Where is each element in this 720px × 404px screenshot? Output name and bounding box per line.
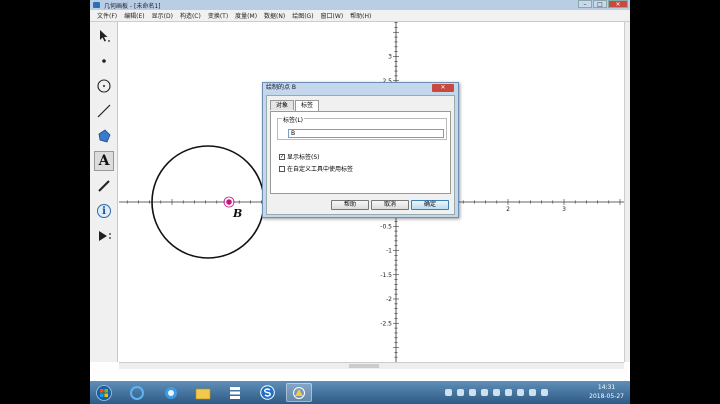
point-b-label[interactable]: B bbox=[232, 207, 242, 220]
horizontal-scrollbar[interactable] bbox=[119, 362, 624, 369]
y-tick-label: -1.5 bbox=[380, 272, 392, 279]
show-label-checkbox[interactable]: ✓ 显示标签(S) bbox=[279, 152, 320, 161]
window-title: 几何画板 - [未命名1] bbox=[104, 2, 161, 10]
menu-construct[interactable]: 构造(C) bbox=[180, 11, 201, 20]
menu-measure[interactable]: 度量(M) bbox=[235, 11, 257, 20]
show-label-text: 显示标签(S) bbox=[287, 154, 320, 161]
clock-time: 14:31 bbox=[597, 384, 616, 391]
menu-bar: 文件(F) 编辑(E) 显示(D) 构造(C) 变换(T) 度量(M) 数据(N… bbox=[90, 10, 630, 22]
dialog-close-button[interactable]: ✕ bbox=[432, 84, 454, 92]
scroll-thumb[interactable] bbox=[349, 364, 379, 368]
cancel-button[interactable]: 取消 bbox=[371, 200, 409, 210]
sogou-icon[interactable] bbox=[254, 383, 280, 402]
custom-tool-icon[interactable] bbox=[94, 226, 114, 246]
ie-icon[interactable] bbox=[124, 383, 150, 402]
tray-volume-icon[interactable] bbox=[469, 389, 476, 396]
label-group-title: 标签(L) bbox=[282, 115, 305, 124]
tray-update-icon[interactable] bbox=[493, 389, 500, 396]
tab-label[interactable]: 标签 bbox=[295, 100, 320, 111]
tray-flag-icon[interactable] bbox=[505, 389, 512, 396]
ok-button[interactable]: 确定 bbox=[411, 200, 449, 210]
y-tick-label: -0.5 bbox=[380, 223, 392, 230]
point-b[interactable] bbox=[225, 198, 233, 206]
menu-help[interactable]: 帮助(H) bbox=[350, 11, 371, 20]
polygon-icon[interactable] bbox=[94, 126, 114, 146]
app-window: 几何画板 - [未命名1] – □ ✕ 文件(F) 编辑(E) 显示(D) 构造… bbox=[90, 0, 630, 404]
custom-tool-label-checkbox-box[interactable] bbox=[279, 165, 285, 172]
label-tab-panel: 标签(L) ✓ 显示标签(S) 在自定义工具中使用标签 bbox=[270, 111, 451, 194]
help-button[interactable]: 帮助 bbox=[331, 200, 369, 210]
menu-data[interactable]: 数据(N) bbox=[264, 11, 285, 20]
point-properties-dialog: 绘制的点 B ✕ 对象 标签 标签(L) ✓ 显示标签(S) 在自定义工具中使用… bbox=[262, 82, 459, 218]
system-tray-icons[interactable] bbox=[445, 389, 553, 396]
x-tick-label: 3 bbox=[562, 206, 566, 213]
folder-icon[interactable] bbox=[190, 383, 216, 402]
geometer-sketchpad-taskbar-button[interactable] bbox=[286, 383, 312, 402]
compass-icon[interactable] bbox=[94, 76, 114, 96]
tray-battery-icon[interactable] bbox=[529, 389, 536, 396]
tray-sync-icon[interactable] bbox=[517, 389, 524, 396]
y-tick-label: -2.5 bbox=[380, 320, 392, 327]
dialog-title: 绘制的点 B bbox=[266, 84, 297, 91]
app-grid-icon[interactable] bbox=[222, 383, 248, 402]
tray-network-icon[interactable] bbox=[457, 389, 464, 396]
menu-graph[interactable]: 绘图(G) bbox=[292, 11, 313, 20]
x-tick-label: 2 bbox=[506, 206, 510, 213]
app-icon bbox=[93, 2, 100, 8]
menu-display[interactable]: 显示(D) bbox=[152, 11, 173, 20]
menu-window[interactable]: 窗口(W) bbox=[321, 11, 344, 20]
label-group: 标签(L) bbox=[277, 115, 447, 140]
text-icon[interactable]: A bbox=[94, 151, 114, 171]
info-tool-glyph: i bbox=[102, 205, 106, 217]
label-input[interactable] bbox=[288, 129, 444, 138]
vertical-scrollbar[interactable] bbox=[624, 22, 630, 362]
tray-keyboard-icon[interactable] bbox=[445, 389, 452, 396]
straightedge-icon[interactable] bbox=[94, 101, 114, 121]
text-tool-glyph: A bbox=[98, 153, 110, 169]
browser-icon[interactable] bbox=[158, 383, 184, 402]
tray-security-icon[interactable] bbox=[481, 389, 488, 396]
menu-transform[interactable]: 变换(T) bbox=[208, 11, 228, 20]
clock-date: 2018-05-27 bbox=[589, 393, 624, 400]
start-button[interactable] bbox=[94, 383, 114, 402]
tab-object[interactable]: 对象 bbox=[270, 100, 295, 110]
point-icon[interactable] bbox=[94, 51, 114, 71]
y-tick-label: -1 bbox=[386, 248, 392, 255]
menu-edit[interactable]: 编辑(E) bbox=[124, 11, 144, 20]
minimize-button[interactable]: – bbox=[578, 0, 592, 8]
custom-tool-label-checkbox[interactable]: 在自定义工具中使用标签 bbox=[279, 164, 353, 173]
y-tick-label: -2 bbox=[386, 296, 392, 303]
menu-file[interactable]: 文件(F) bbox=[97, 11, 117, 20]
show-label-checkbox-box[interactable]: ✓ bbox=[279, 153, 285, 160]
marker-icon[interactable] bbox=[94, 176, 114, 196]
arrow-select-icon[interactable] bbox=[94, 26, 114, 46]
clock[interactable]: 14:31 2018-05-27 bbox=[589, 383, 624, 401]
maximize-button[interactable]: □ bbox=[593, 0, 607, 8]
y-tick-label: 3 bbox=[388, 54, 392, 61]
title-bar: 几何画板 - [未命名1] – □ ✕ bbox=[90, 0, 630, 10]
close-button[interactable]: ✕ bbox=[608, 0, 628, 8]
info-icon[interactable]: i bbox=[94, 201, 114, 221]
taskbar: 14:31 2018-05-27 bbox=[90, 381, 630, 404]
custom-tool-label-text: 在自定义工具中使用标签 bbox=[287, 166, 354, 173]
tool-palette: A i bbox=[90, 22, 118, 362]
tray-speaker-icon[interactable] bbox=[541, 389, 548, 396]
